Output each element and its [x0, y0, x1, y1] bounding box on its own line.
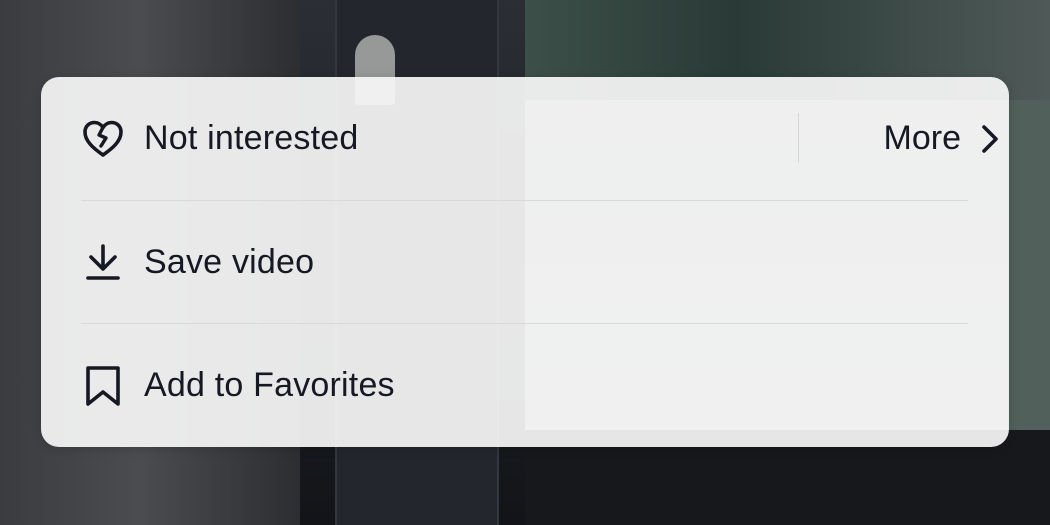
not-interested-label: Not interested — [144, 119, 359, 157]
download-icon — [81, 241, 125, 285]
add-to-favorites-label: Add to Favorites — [144, 366, 395, 404]
bookmark-icon — [81, 364, 125, 408]
add-to-favorites-button[interactable]: Add to Favorites — [81, 324, 969, 447]
more-label: More — [883, 119, 961, 157]
not-interested-button[interactable]: Not interested — [81, 77, 969, 200]
chevron-right-icon — [979, 124, 1001, 154]
save-video-button[interactable]: Save video — [81, 201, 969, 324]
more-button[interactable]: More — [884, 77, 1001, 200]
more-separator — [798, 113, 799, 163]
video-options-menu: Not interested More Save video Add to Fa… — [41, 77, 1009, 447]
backdrop-edge — [1008, 100, 1050, 430]
broken-heart-icon — [81, 117, 125, 161]
save-video-label: Save video — [144, 243, 315, 281]
